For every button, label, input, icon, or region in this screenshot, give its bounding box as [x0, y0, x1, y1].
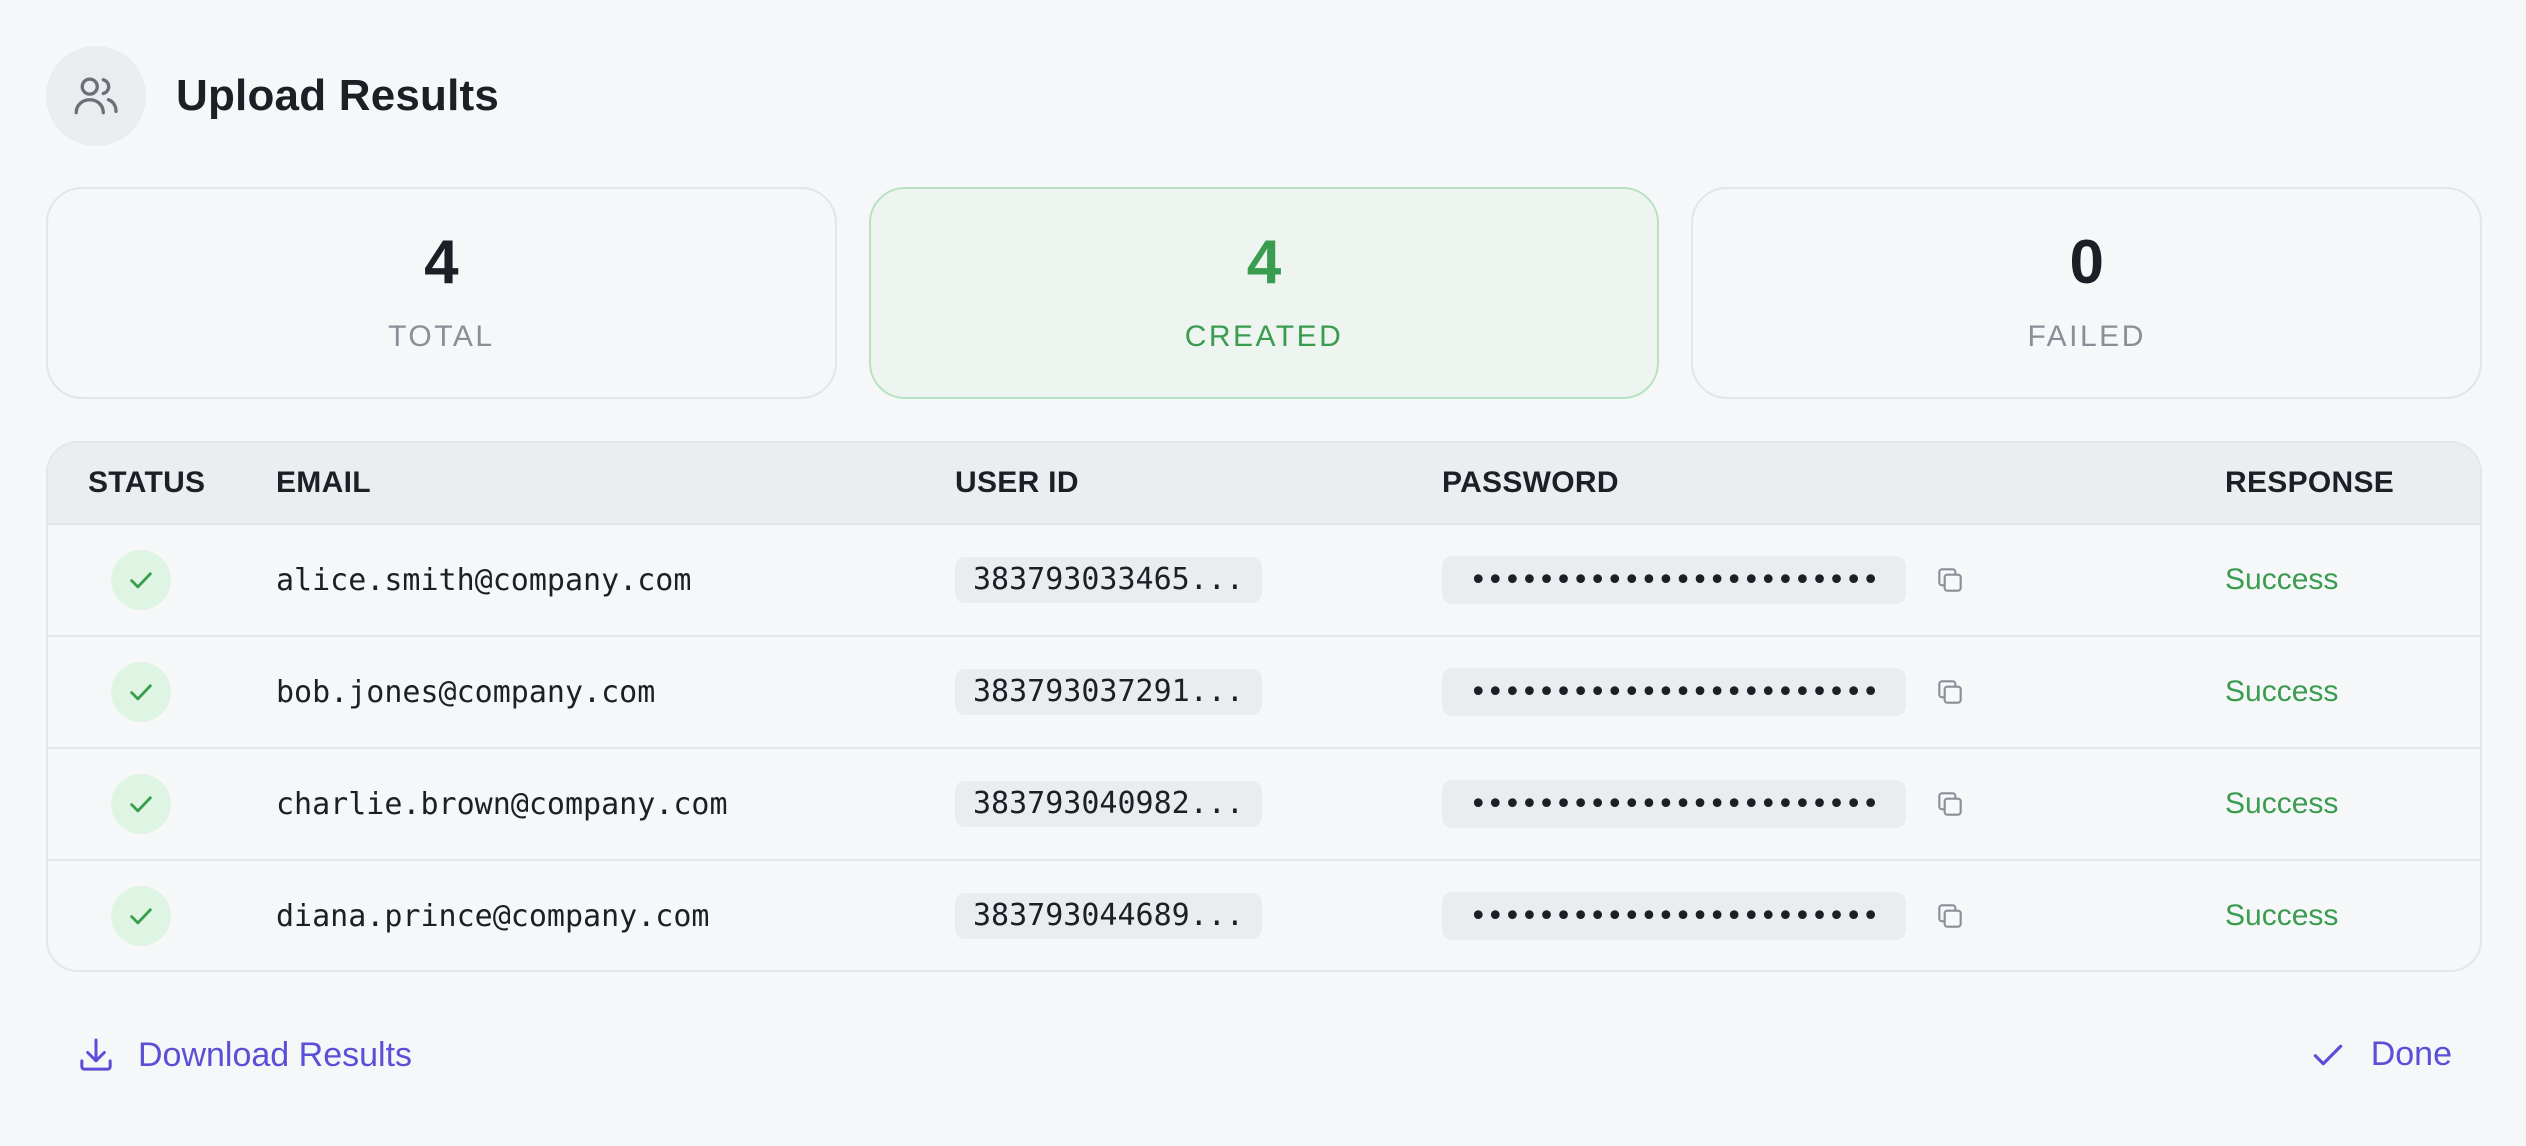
stat-label-created: CREATED	[1184, 320, 1344, 353]
column-header-user-id: USER ID	[955, 466, 1079, 499]
password-value: ••••••••••••••••••••••••	[1442, 892, 1906, 940]
password-value: ••••••••••••••••••••••••	[1442, 556, 1906, 604]
done-button[interactable]: Done	[2309, 1035, 2452, 1074]
done-label: Done	[2370, 1035, 2452, 1073]
stat-label-total: TOTAL	[388, 320, 495, 353]
user-id-cell: 383793044689...	[955, 861, 1262, 970]
status-cell	[111, 525, 171, 635]
user-id-cell: 383793037291...	[955, 637, 1262, 747]
copy-icon[interactable]	[1928, 670, 1972, 714]
user-id-badge: 383793044689...	[955, 893, 1262, 939]
column-header-email: EMAIL	[276, 466, 371, 499]
page-title: Upload Results	[176, 71, 500, 120]
email-cell: charlie.brown@company.com	[276, 786, 728, 822]
table-row: bob.jones@company.com 383793037291... ••…	[48, 637, 2480, 749]
status-cell	[111, 861, 171, 970]
copy-password-cell	[1928, 861, 1972, 970]
copy-icon[interactable]	[1928, 782, 1972, 826]
copy-password-cell	[1928, 637, 1972, 747]
password-cell: ••••••••••••••••••••••••	[1442, 525, 1906, 635]
response-cell: Success	[2225, 675, 2339, 708]
password-cell: ••••••••••••••••••••••••	[1442, 861, 1906, 970]
stat-value-created: 4	[1246, 228, 1282, 297]
email-cell: alice.smith@company.com	[276, 562, 692, 598]
user-id-badge: 383793033465...	[955, 557, 1262, 603]
password-value: ••••••••••••••••••••••••	[1442, 668, 1906, 716]
response-cell: Success	[2225, 787, 2339, 820]
copy-password-cell	[1928, 525, 1972, 635]
stat-card-created: 4 CREATED	[868, 187, 1660, 399]
stat-value-total: 4	[424, 228, 459, 297]
status-cell	[111, 637, 171, 747]
download-icon	[80, 1038, 112, 1071]
user-id-badge: 383793040982...	[955, 781, 1262, 827]
copy-icon[interactable]	[1928, 558, 1972, 602]
check-icon	[111, 886, 171, 946]
password-cell: ••••••••••••••••••••••••	[1442, 637, 1906, 747]
stat-label-failed: FAILED	[2027, 320, 2146, 353]
column-header-password: PASSWORD	[1442, 466, 1619, 499]
password-cell: ••••••••••••••••••••••••	[1442, 749, 1906, 859]
table-row: alice.smith@company.com 383793033465... …	[48, 525, 2480, 637]
email-cell: diana.prince@company.com	[276, 898, 710, 934]
user-id-badge: 383793037291...	[955, 669, 1262, 715]
copy-password-cell	[1928, 749, 1972, 859]
stats-summary: 4 TOTAL 4 CREATED 0 FAILED	[46, 187, 2483, 399]
table-header: STATUS EMAIL USER ID PASSWORD RESPONSE	[48, 443, 2480, 525]
check-icon	[2313, 1044, 2342, 1065]
user-id-cell: 383793040982...	[955, 749, 1262, 859]
copy-icon[interactable]	[1928, 894, 1972, 938]
check-icon	[111, 550, 171, 610]
results-table: STATUS EMAIL USER ID PASSWORD RESPONSE a…	[46, 441, 2482, 972]
column-header-status: STATUS	[88, 466, 206, 499]
status-cell	[111, 749, 171, 859]
email-cell: bob.jones@company.com	[276, 674, 656, 710]
table-row: charlie.brown@company.com 383793040982..…	[48, 749, 2480, 861]
check-icon	[111, 774, 171, 834]
table-row: diana.prince@company.com 383793044689...…	[48, 861, 2480, 970]
column-header-response: RESPONSE	[2225, 466, 2395, 499]
stat-card-total: 4 TOTAL	[46, 187, 837, 399]
page-header: Upload Results	[46, 46, 499, 146]
password-value: ••••••••••••••••••••••••	[1442, 780, 1906, 828]
stat-value-failed: 0	[2069, 228, 2104, 297]
download-results-button[interactable]: Download Results	[76, 1035, 412, 1075]
check-icon	[111, 662, 171, 722]
response-cell: Success	[2225, 563, 2339, 596]
user-id-cell: 383793033465...	[955, 525, 1262, 635]
download-results-label: Download Results	[138, 1035, 413, 1074]
users-icon	[46, 46, 146, 146]
stat-card-failed: 0 FAILED	[1691, 187, 2483, 399]
response-cell: Success	[2225, 899, 2339, 932]
